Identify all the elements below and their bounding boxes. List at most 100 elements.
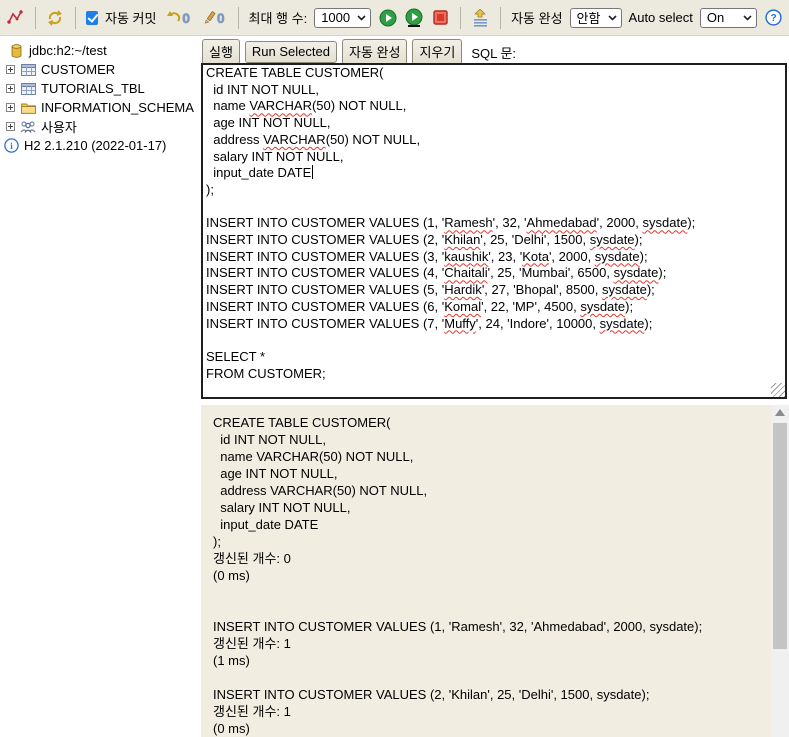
expand-icon[interactable] xyxy=(6,84,15,93)
users-icon xyxy=(20,120,36,134)
result-line: (1 ms) xyxy=(213,653,250,668)
sql-statement-label: SQL 문: xyxy=(471,45,517,61)
tree-item-label: CUSTOMER xyxy=(41,62,116,77)
expand-icon[interactable] xyxy=(6,103,15,112)
sql-editor[interactable]: CREATE TABLE CUSTOMER( id INT NOT NULL, … xyxy=(201,63,787,399)
auto-select-value: On xyxy=(706,10,725,25)
sql-line: INSERT INTO CUSTOMER VALUES (2, 'Khilan'… xyxy=(206,232,643,248)
help-icon[interactable]: ? xyxy=(764,7,783,29)
sql-editor-content: CREATE TABLE CUSTOMER( id INT NOT NULL, … xyxy=(203,65,785,382)
result-line: address VARCHAR(50) NOT NULL, xyxy=(213,483,428,498)
tree-item-connection[interactable]: jdbc:h2:~/test xyxy=(0,41,200,60)
tree-item-label: 사용자 xyxy=(41,120,77,135)
misspelled-word: sysdate xyxy=(613,265,659,281)
sql-line: age INT NOT NULL, xyxy=(206,115,331,131)
misspelled-word: Muffy xyxy=(444,315,476,331)
result-line: 갱신된 개수: 0 xyxy=(213,551,291,566)
h2-console-window: 자동 커밋 0 0 최대 행 수: 1000 자동 완성 안함 Auto sel… xyxy=(0,0,789,737)
misspelled-word: Komal xyxy=(444,298,482,314)
scroll-up-icon[interactable] xyxy=(775,409,785,416)
result-line: 갱신된 개수: 1 xyxy=(213,704,291,719)
misspelled-word: kaushik xyxy=(444,248,489,264)
run-button[interactable]: 실행 xyxy=(202,39,240,65)
auto-select-label: Auto select xyxy=(628,10,693,25)
autocomplete-select[interactable]: 안함 xyxy=(569,7,622,28)
sql-line: ); xyxy=(206,181,214,197)
chevron-down-icon xyxy=(743,14,752,21)
run-selected-icon[interactable] xyxy=(404,7,424,29)
sql-line xyxy=(203,332,785,349)
result-line: INSERT INTO CUSTOMER VALUES (2, 'Khilan'… xyxy=(213,687,650,702)
sql-line: id INT NOT NULL, xyxy=(206,81,319,97)
auto-commit-checkbox[interactable] xyxy=(85,10,98,25)
tree-item-label: INFORMATION_SCHEMA xyxy=(41,100,194,115)
stop-icon[interactable] xyxy=(431,7,450,29)
autocomplete-icon[interactable] xyxy=(471,7,490,29)
misspelled-word: Khilan xyxy=(444,232,481,248)
edit-count-icon[interactable]: 0 xyxy=(200,7,228,29)
sql-line xyxy=(203,199,785,216)
tree-item-information-schema[interactable]: INFORMATION_SCHEMA xyxy=(0,98,200,117)
run-selected-button[interactable]: Run Selected xyxy=(244,41,337,63)
max-rows-label: 최대 행 수: xyxy=(248,11,308,26)
auto-select-select[interactable]: On xyxy=(699,7,757,28)
run-icon[interactable] xyxy=(378,7,397,29)
result-line: age INT NOT NULL, xyxy=(213,466,338,481)
query-toolbar: 실행 Run Selected 자동 완성 지우기 SQL 문: xyxy=(200,37,789,65)
results-scrollbar[interactable] xyxy=(771,405,789,737)
misspelled-word: sysdate xyxy=(599,315,645,331)
misspelled-word: Ramesh xyxy=(444,215,493,231)
tree-item-version[interactable]: i H2 2.1.210 (2022-01-17) xyxy=(0,136,200,155)
sql-line: INSERT INTO CUSTOMER VALUES (1, 'Ramesh'… xyxy=(206,215,696,231)
clear-button[interactable]: 지우기 xyxy=(412,39,463,65)
tree-item-tutorials-tbl[interactable]: TUTORIALS_TBL xyxy=(0,79,200,98)
toolbar-separator xyxy=(35,6,36,29)
result-line: ); xyxy=(213,534,221,549)
result-line: CREATE TABLE CUSTOMER( xyxy=(213,415,391,430)
max-rows-select[interactable]: 1000 xyxy=(314,7,372,28)
toolbar-separator xyxy=(500,6,502,29)
edit-count: 0 xyxy=(216,9,225,26)
misspelled-word: Ahmedabad xyxy=(526,215,597,231)
sql-line: SELECT * xyxy=(206,348,266,364)
scrollbar-thumb[interactable] xyxy=(773,423,787,649)
refresh-icon[interactable] xyxy=(46,7,65,29)
expand-icon[interactable] xyxy=(6,65,15,74)
toolbar-separator xyxy=(237,6,239,29)
result-line: 갱신된 개수: 1 xyxy=(213,636,291,651)
result-line xyxy=(213,601,771,618)
sql-line: INSERT INTO CUSTOMER VALUES (6, 'Komal',… xyxy=(206,298,634,314)
result-line: (0 ms) xyxy=(213,721,250,736)
undo-icon[interactable]: 0 xyxy=(163,7,192,29)
result-line: input_date DATE xyxy=(213,517,319,532)
autocomplete-button[interactable]: 자동 완성 xyxy=(341,39,408,65)
expand-icon[interactable] xyxy=(6,122,15,131)
sql-line: input_date DATE xyxy=(206,165,314,181)
result-line: (0 ms) xyxy=(213,568,250,583)
schema-tree: jdbc:h2:~/test CUSTOMER TUTORIALS_TBL IN… xyxy=(0,37,200,737)
misspelled-word: sysdate xyxy=(589,232,635,248)
misspelled-word: Chaitali xyxy=(444,265,488,281)
toolbar: 자동 커밋 0 0 최대 행 수: 1000 자동 완성 안함 Auto sel… xyxy=(0,0,789,36)
undo-count: 0 xyxy=(182,9,191,26)
sql-line: FROM CUSTOMER; xyxy=(206,365,326,381)
autocomplete-label: 자동 완성 xyxy=(511,11,563,26)
misspelled-word: sysdate xyxy=(602,282,647,298)
result-line: salary INT NOT NULL, xyxy=(213,500,351,515)
results-content: CREATE TABLE CUSTOMER( id INT NOT NULL, … xyxy=(213,414,771,737)
chevron-down-icon xyxy=(607,14,617,21)
autocomplete-value: 안함 xyxy=(576,11,601,26)
misspelled-word: sysdate xyxy=(594,248,640,264)
misspelled-word: sysdate xyxy=(580,298,626,314)
tree-item-users[interactable]: 사용자 xyxy=(0,117,200,136)
sql-line: INSERT INTO CUSTOMER VALUES (3, 'kaushik… xyxy=(206,248,648,264)
tree-item-label: TUTORIALS_TBL xyxy=(41,81,145,96)
tree-item-customer[interactable]: CUSTOMER xyxy=(0,60,200,79)
chevron-down-icon xyxy=(357,14,366,21)
disconnect-icon[interactable] xyxy=(6,7,25,29)
folder-icon xyxy=(20,101,36,115)
toolbar-separator xyxy=(460,6,462,29)
sql-line: salary INT NOT NULL, xyxy=(206,148,344,164)
resize-grip[interactable] xyxy=(771,383,785,397)
info-icon: i xyxy=(3,138,19,153)
